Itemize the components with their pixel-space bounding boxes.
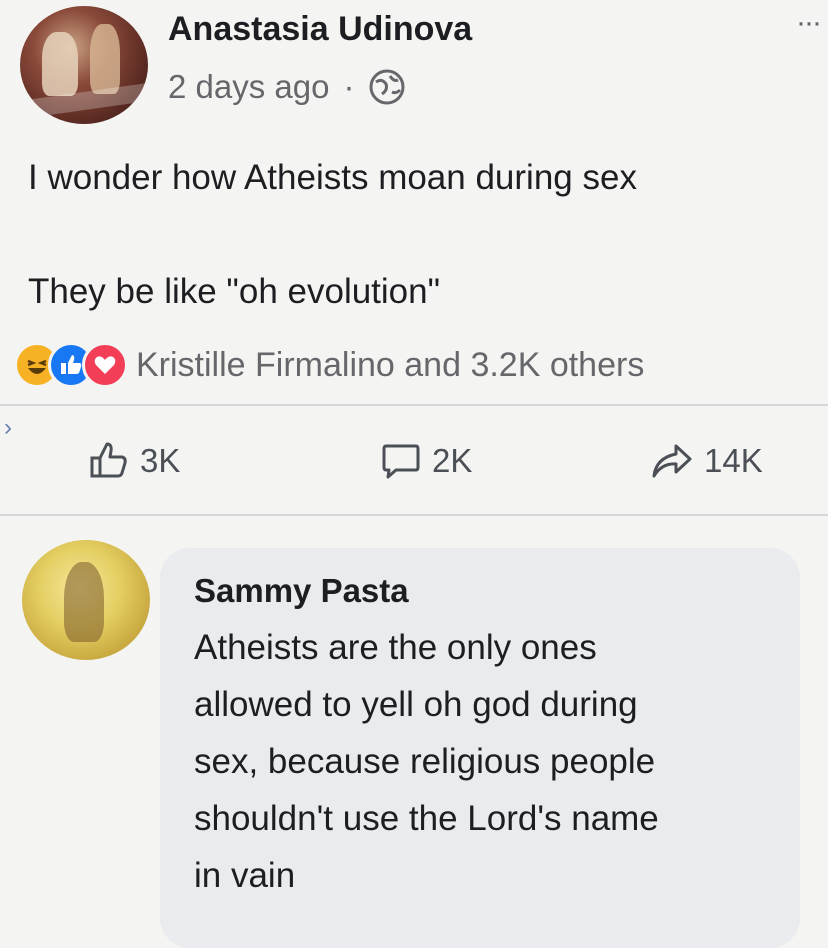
share-count: 14K (704, 442, 763, 479)
comment-button[interactable]: 2K (380, 440, 472, 482)
share-icon (652, 444, 692, 478)
post-text-line: They be like "oh evolution" (28, 272, 441, 311)
share-button[interactable]: 14K (650, 440, 763, 482)
post-timestamp[interactable]: 2 days ago (168, 68, 329, 106)
comment-icon (382, 444, 420, 479)
comment-text-line: Atheists are the only ones (194, 628, 597, 667)
divider (0, 514, 828, 516)
chevron-right-icon: › (4, 414, 12, 441)
more-options-icon[interactable]: ··· (796, 6, 822, 40)
reactions-summary-text: Kristille Firmalino and 3.2K others (136, 345, 645, 384)
comment-text-line: allowed to yell oh god during (194, 685, 638, 724)
avatar-band (20, 83, 148, 119)
meta-separator: · (343, 68, 355, 105)
globe-icon[interactable] (368, 68, 406, 106)
post-meta: 2 days ago · (168, 68, 406, 106)
post-text-line: I wonder how Atheists moan during sex (28, 158, 637, 197)
comment-text-line: sex, because religious people (194, 742, 656, 781)
comment-count: 2K (432, 442, 473, 479)
post-author-name[interactable]: Anastasia Udinova (168, 10, 472, 49)
divider (0, 404, 828, 406)
avatar-figure (64, 562, 104, 642)
comment-author-avatar[interactable] (22, 540, 150, 660)
post-author-avatar[interactable] (20, 6, 148, 124)
comment-text-line: in vain (194, 856, 296, 895)
avatar-figure (42, 32, 78, 96)
like-count: 3K (140, 442, 181, 479)
thumbs-up-icon (90, 442, 127, 478)
like-button[interactable]: 3K (88, 440, 180, 482)
comment-text-line: shouldn't use the Lord's name (194, 799, 659, 838)
avatar-figure (90, 24, 120, 94)
comment-bubble: Sammy Pasta Atheists are the only ones a… (160, 548, 800, 948)
reactions-summary[interactable]: Kristille Firmalino and 3.2K others (14, 338, 644, 392)
comment-author-name[interactable]: Sammy Pasta (194, 572, 409, 610)
love-icon (82, 342, 128, 388)
